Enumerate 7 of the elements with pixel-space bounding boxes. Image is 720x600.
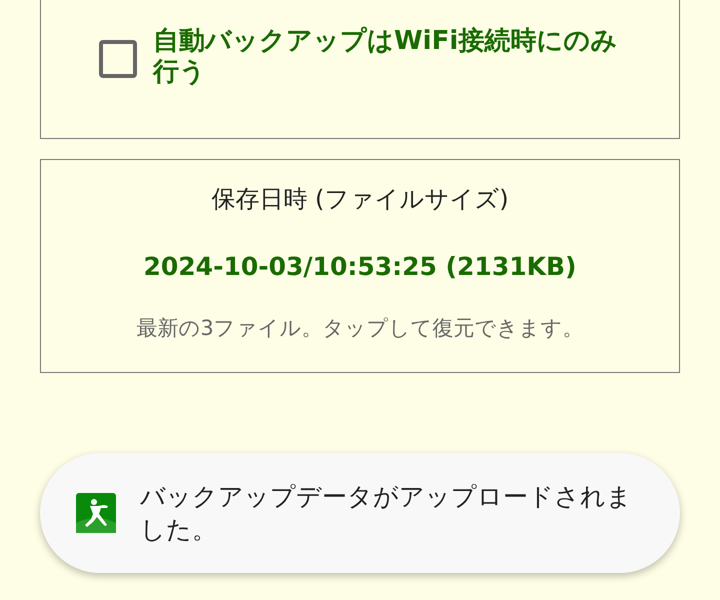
player-icon [76, 493, 116, 533]
checkbox-label: 自動バックアップはWiFi接続時にのみ行う [153, 26, 618, 88]
toast-message: バックアップデータがアップロードされました。 [140, 481, 633, 546]
column-heading: 保存日時 (ファイルサイズ) [211, 184, 509, 214]
hint-text: 最新の3ファイル。タップして復元できます。 [136, 315, 584, 342]
checkbox[interactable] [99, 40, 137, 78]
backup-file-item[interactable]: 2024-10-03/10:53:25 (2131KB) [144, 252, 576, 282]
